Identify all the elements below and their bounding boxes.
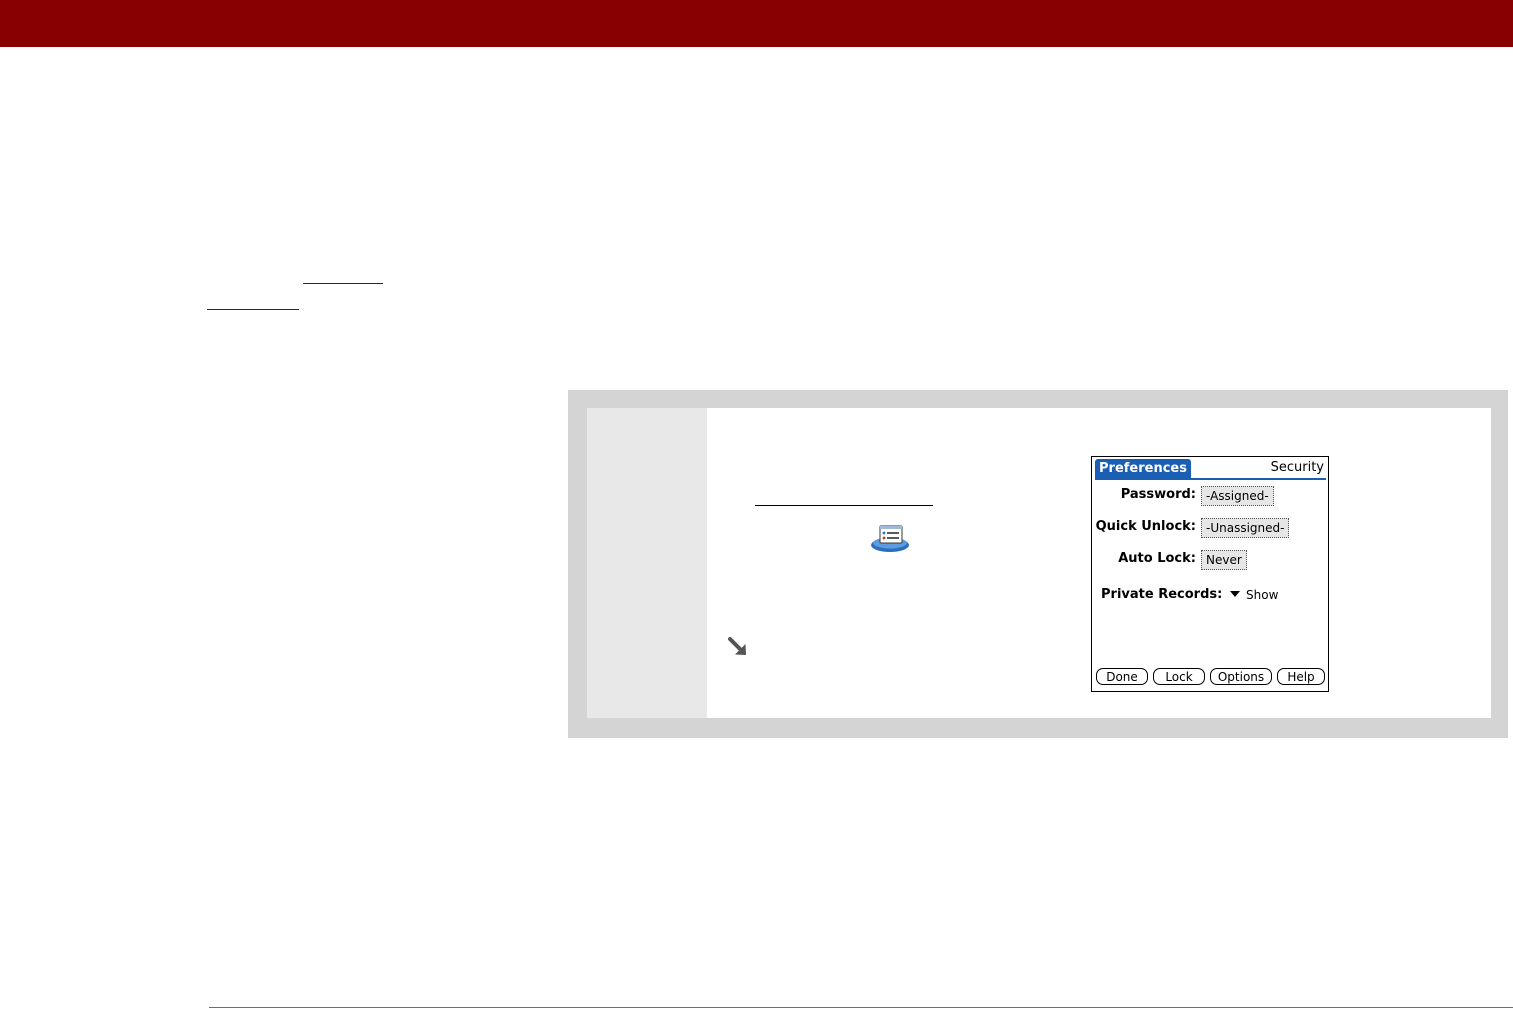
step-number-column <box>587 408 707 718</box>
step-link-underline[interactable] <box>755 505 933 506</box>
private-records-trigger[interactable]: Show <box>1230 586 1278 604</box>
tip-arrow-icon <box>728 637 746 655</box>
options-button[interactable]: Options <box>1210 668 1272 685</box>
app-title: Preferences <box>1095 459 1191 478</box>
sidebar-link-underline-1[interactable] <box>303 283 383 284</box>
category-label[interactable]: Security <box>1271 459 1324 477</box>
preferences-app-icon <box>871 525 909 552</box>
auto-lock-field[interactable]: Never <box>1201 550 1247 570</box>
password-field[interactable]: -Assigned- <box>1201 486 1274 506</box>
auto-lock-label: Auto Lock: <box>1118 551 1196 566</box>
password-label: Password: <box>1120 487 1196 502</box>
sidebar-link-underline-2[interactable] <box>207 309 299 310</box>
quick-unlock-label: Quick Unlock: <box>1095 519 1196 534</box>
private-records-label: Private Records: <box>1101 587 1223 602</box>
done-button[interactable]: Done <box>1096 668 1148 685</box>
footer-rule <box>209 1007 1513 1008</box>
header-bar <box>0 0 1513 47</box>
lock-button[interactable]: Lock <box>1153 668 1205 685</box>
preferences-screenshot: Preferences Security Password: -Assigned… <box>1091 456 1329 692</box>
title-bar: Preferences Security <box>1095 459 1326 480</box>
dropdown-triangle-icon <box>1230 591 1240 597</box>
private-records-value: Show <box>1246 588 1279 602</box>
help-button[interactable]: Help <box>1277 668 1325 685</box>
quick-unlock-field[interactable]: -Unassigned- <box>1201 518 1290 538</box>
